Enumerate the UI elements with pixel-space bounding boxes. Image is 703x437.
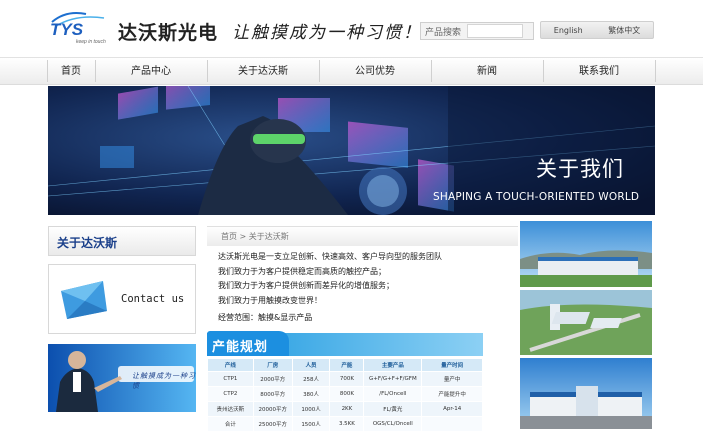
intro-line: 我们致力于为客户提供创新而差异化的增值服务； (218, 281, 394, 290)
table-cell: 20000平方 (252, 401, 293, 417)
nav-item-contact[interactable]: 联系我们 (543, 58, 655, 85)
search-input[interactable] (467, 24, 524, 38)
table-cell: 合计 (207, 416, 254, 432)
site-header: TYS keep in touch 达沃斯光电 让触摸成为一种习惯！ 产品搜索 … (0, 0, 703, 57)
logo-text: TYS (50, 20, 84, 39)
brand-name: 达沃斯光电 (118, 22, 219, 44)
table-cell: FL/黄光 (363, 401, 423, 417)
table-header: 量产时间 (421, 358, 483, 372)
table-cell: CTP1 (207, 371, 254, 387)
table-header: 主要产品 (363, 358, 423, 372)
table-cell: OGS/CL/Oncell (363, 416, 423, 432)
business-scope: 经营范围：触摸&显示产品 (218, 313, 313, 322)
table-cell: 2KK (329, 401, 365, 417)
factory-photo-aerial (520, 290, 652, 355)
main-nav: 首页 产品中心 关于达沃斯 公司优势 新闻 联系我们 (0, 57, 703, 85)
language-switcher: English 繁体中文 (540, 21, 654, 39)
table-cell (421, 416, 483, 432)
intro-line: 达沃斯光电是一支立足创新、快速高效、客户导向型的服务团队 (218, 252, 442, 261)
search-box: 产品搜索 (420, 22, 534, 40)
nav-item-about[interactable]: 关于达沃斯 (207, 58, 319, 85)
header-slogan: 让触摸成为一种习惯！ (232, 23, 422, 43)
table-cell: 700K (329, 371, 365, 387)
table-cell: CTP2 (207, 386, 254, 402)
table-header: 人员 (291, 358, 331, 372)
table-header: 厂房 (252, 358, 293, 372)
nav-item-advantages[interactable]: 公司优势 (319, 58, 431, 85)
factory-photo-art (520, 221, 652, 287)
promo-slogan: 让触摸成为一种习惯 (132, 372, 196, 390)
contact-us-label: Contact us (121, 293, 185, 305)
table-header: 产线 (207, 358, 254, 372)
tys-logo[interactable]: TYS keep in touch (46, 8, 110, 46)
table-cell: 8000平方 (252, 386, 293, 402)
table-cell: /FL/Oncell (363, 386, 423, 402)
table-row: CTP2 8000平方 380人 800K /FL/Oncell 产能提升中 (207, 386, 483, 402)
envelope-icon (61, 281, 107, 319)
company-intro: 达沃斯光电是一支立足创新、快速高效、客户导向型的服务团队 我们致力于为客户提供稳… (218, 250, 442, 308)
table-cell: 产能提升中 (421, 386, 483, 402)
table-cell: 2000平方 (252, 371, 293, 387)
search-label: 产品搜索 (425, 27, 462, 38)
table-cell: G+F/G+F+F/GFM (363, 371, 423, 387)
table-row: 合计 25000平方 1500人 3.5KK OGS/CL/Oncell (207, 416, 483, 432)
capacity-table: 产线 厂房 人员 产能 主要产品 量产时间 CTP1 2000平方 258人 7… (207, 358, 483, 432)
intro-line: 我们致力于为客户提供稳定而高质的触控产品； (218, 266, 386, 276)
sidebar-heading-label: 关于达沃斯 (57, 236, 118, 250)
nav-item-news[interactable]: 新闻 (431, 58, 543, 85)
table-cell: Apr-14 (421, 401, 483, 417)
capacity-title: 产能规划 (212, 340, 269, 355)
banner-subtitle: SHAPING A TOUCH-ORIENTED WORLD (433, 191, 640, 203)
contact-us-box[interactable]: Contact us (48, 264, 196, 334)
promo-banner[interactable]: 让触摸成为一种习惯 (48, 344, 196, 412)
factory-photo-building (520, 358, 652, 429)
table-header: 产能 (329, 358, 365, 372)
nav-item-products[interactable]: 产品中心 (95, 58, 207, 85)
building-photo-art (520, 358, 652, 429)
table-cell: 380人 (291, 386, 331, 402)
table-row: 贵州达沃斯 20000平方 1000人 2KK FL/黄光 Apr-14 (207, 401, 483, 417)
table-row: CTP1 2000平方 258人 700K G+F/G+F+F/GFM 量产中 (207, 371, 483, 387)
lang-english[interactable]: English (554, 26, 583, 35)
table-cell: 3.5KK (329, 416, 365, 432)
table-cell: 量产中 (421, 371, 483, 387)
table-cell: 258人 (291, 371, 331, 387)
factory-photo-exterior (520, 221, 652, 287)
nav-separator (655, 60, 656, 82)
banner-title: 关于我们 (536, 157, 624, 181)
table-cell: 贵州达沃斯 (207, 401, 254, 417)
sidebar-heading: 关于达沃斯 (48, 226, 196, 256)
intro-line: 我们致力于用触摸改变世界！ (218, 295, 322, 305)
logo-tagline: keep in touch (76, 39, 106, 45)
table-cell: 1000人 (291, 401, 331, 417)
nav-item-home[interactable]: 首页 (47, 58, 95, 85)
table-cell: 800K (329, 386, 365, 402)
breadcrumb: 首页 > 关于达沃斯 (207, 226, 518, 246)
table-cell: 25000平方 (252, 416, 293, 432)
table-cell: 1500人 (291, 416, 331, 432)
table-header-row: 产线 厂房 人员 产能 主要产品 量产时间 (207, 358, 483, 372)
lang-traditional-chinese[interactable]: 繁体中文 (608, 25, 640, 36)
breadcrumb-text[interactable]: 首页 > 关于达沃斯 (221, 231, 289, 242)
aerial-photo-art (520, 290, 652, 355)
